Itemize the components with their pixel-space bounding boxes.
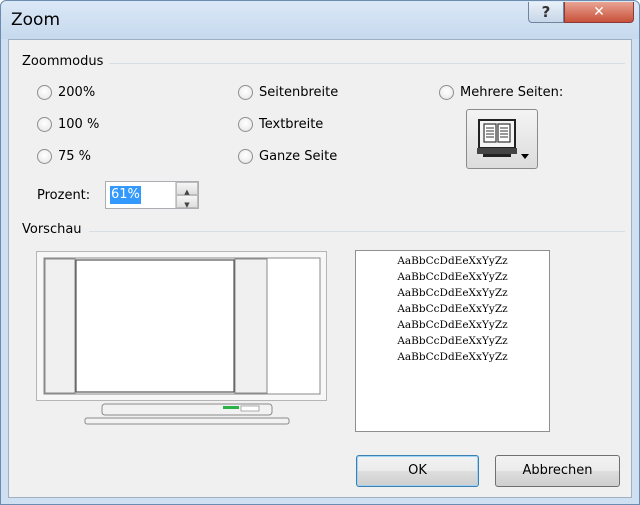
radio-circle[interactable] xyxy=(37,149,52,164)
multiple-pages-button[interactable] xyxy=(466,109,538,169)
cancel-button[interactable]: Abbrechen xyxy=(495,455,620,487)
zoom-preview-monitor xyxy=(36,251,327,425)
spin-down-button[interactable]: ▼ xyxy=(176,195,198,209)
radio-200-label: 200% xyxy=(58,85,96,100)
spin-up-button[interactable]: ▲ xyxy=(176,182,198,196)
sample-line: AaBbCcDdEeXxYyZz xyxy=(397,271,508,283)
title-bar[interactable]: Zoom ? ✕ xyxy=(1,1,639,39)
percent-spinbox[interactable]: 61% ▲ ▼ xyxy=(105,181,199,209)
radio-100[interactable]: 100 % xyxy=(37,117,99,132)
radio-circle[interactable] xyxy=(238,85,253,100)
close-button[interactable]: ✕ xyxy=(564,2,634,23)
radio-seitenbreite-label: Seitenbreite xyxy=(259,85,339,100)
radio-ganze-seite[interactable]: Ganze Seite xyxy=(238,149,337,164)
radio-ganze-seite-label: Ganze Seite xyxy=(259,149,338,164)
sample-line: AaBbCcDdEeXxYyZz xyxy=(397,319,508,331)
vorschau-divider xyxy=(89,231,625,232)
sample-text-preview: AaBbCcDdEeXxYyZz AaBbCcDdEeXxYyZz AaBbCc… xyxy=(355,250,550,432)
radio-textbreite-label: Textbreite xyxy=(259,117,324,132)
sample-line: AaBbCcDdEeXxYyZz xyxy=(397,303,508,315)
radio-75-label: 75 % xyxy=(58,149,92,164)
zoommodus-group-label: Zoommodus xyxy=(19,54,107,69)
dialog-title: Zoom xyxy=(11,10,61,30)
radio-75[interactable]: 75 % xyxy=(37,149,91,164)
radio-100-label: 100 % xyxy=(58,117,100,132)
radio-circle[interactable] xyxy=(37,117,52,132)
radio-200[interactable]: 200% xyxy=(37,85,95,100)
zoommodus-divider xyxy=(109,63,625,64)
close-icon: ✕ xyxy=(593,4,605,20)
sample-line: AaBbCcDdEeXxYyZz xyxy=(397,335,508,347)
radio-mehrere-seiten[interactable]: Mehrere Seiten: xyxy=(439,85,563,100)
help-icon: ? xyxy=(541,3,551,21)
radio-mehrere-seiten-label: Mehrere Seiten: xyxy=(460,85,564,100)
help-button[interactable]: ? xyxy=(528,2,564,23)
radio-textbreite[interactable]: Textbreite xyxy=(238,117,323,132)
percent-input[interactable]: 61% xyxy=(110,186,141,204)
radio-seitenbreite[interactable]: Seitenbreite xyxy=(238,85,338,100)
percent-label: Prozent: xyxy=(37,188,91,203)
zoom-dialog: Zoom ? ✕ Zoommodus 200% 100 % 75 % Seite… xyxy=(0,0,640,505)
radio-circle[interactable] xyxy=(238,117,253,132)
radio-circle[interactable] xyxy=(37,85,52,100)
sample-line: AaBbCcDdEeXxYyZz xyxy=(397,287,508,299)
spin-buttons: ▲ ▼ xyxy=(175,182,198,209)
radio-circle[interactable] xyxy=(238,149,253,164)
vorschau-group-label: Vorschau xyxy=(19,222,85,237)
ok-button[interactable]: OK xyxy=(356,455,479,487)
radio-circle[interactable] xyxy=(439,85,454,100)
sample-line: AaBbCcDdEeXxYyZz xyxy=(397,351,508,363)
dialog-client-area: Zoommodus 200% 100 % 75 % Seitenbreite T… xyxy=(8,39,632,498)
chevron-down-icon: ▼ xyxy=(184,201,190,209)
monitor-pages-dropdown-icon xyxy=(477,119,529,159)
sample-line: AaBbCcDdEeXxYyZz xyxy=(397,255,508,267)
sample-text-lines: AaBbCcDdEeXxYyZz AaBbCcDdEeXxYyZz AaBbCc… xyxy=(356,253,549,365)
